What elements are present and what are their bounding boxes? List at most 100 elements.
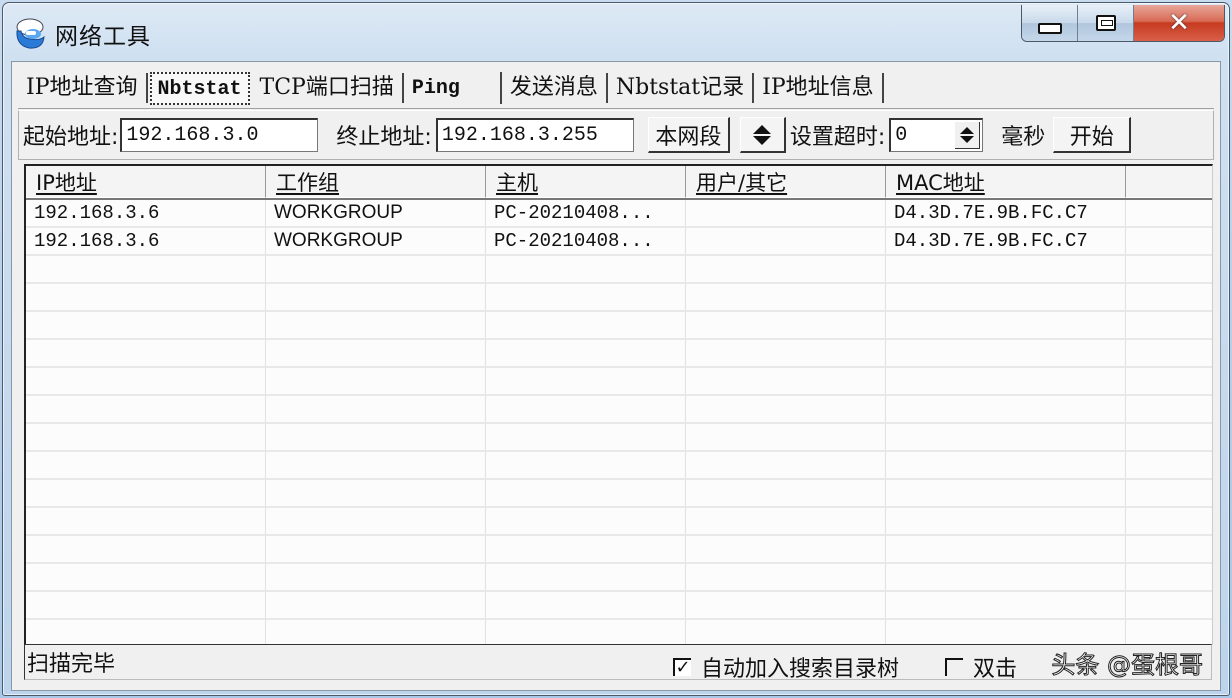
tab-tcp-port-scan[interactable]: TCP端口扫描	[252, 73, 404, 103]
local-segment-button[interactable]: 本网段	[647, 117, 730, 153]
tab-ip-info[interactable]: IP地址信息	[754, 73, 884, 103]
cell-ip	[26, 536, 266, 562]
tab-label: Nbtstat记录	[615, 75, 745, 100]
table-row[interactable]	[26, 564, 1212, 592]
cell-workgroup	[266, 480, 486, 506]
timeout-label: 设置超时:	[789, 125, 886, 150]
close-button[interactable]: ✕	[1134, 5, 1224, 41]
double-click-label: 双击	[973, 657, 1018, 682]
cell-mac	[886, 396, 1126, 422]
cell-host	[486, 592, 686, 618]
caption-buttons: ✕	[1021, 5, 1225, 42]
cell-workgroup	[266, 452, 486, 478]
cell-blank	[1126, 424, 1212, 450]
timeout-value: 0	[895, 124, 908, 147]
start-address-input[interactable]: 192.168.3.0	[120, 118, 319, 152]
cell-host	[486, 452, 686, 478]
table-row[interactable]	[26, 620, 1212, 644]
table-row[interactable]	[26, 340, 1212, 368]
column-header-host[interactable]: 主机	[486, 166, 686, 198]
cell-workgroup	[266, 312, 486, 338]
end-address-input[interactable]: 192.168.3.255	[435, 118, 634, 152]
cell-mac	[886, 312, 1126, 338]
cell-blank	[1126, 452, 1212, 478]
cell-workgroup	[266, 340, 486, 366]
timeout-input[interactable]: 0	[889, 118, 984, 152]
column-header-user[interactable]: 用户/其它	[686, 166, 886, 198]
column-header-workgroup[interactable]: 工作组	[266, 166, 486, 198]
cell-workgroup	[266, 368, 486, 394]
tab-send-message[interactable]: 发送消息	[502, 73, 608, 103]
table-row[interactable]	[26, 368, 1212, 396]
cell-ip	[26, 340, 266, 366]
column-header-ip[interactable]: IP地址	[26, 166, 266, 198]
client-area: IP地址查询 Nbtstat TCP端口扫描 Ping 发送消息 Nbtstat…	[11, 61, 1221, 691]
cell-ip	[26, 368, 266, 394]
cell-host	[486, 340, 686, 366]
cell-mac	[886, 508, 1126, 534]
cell-blank	[1126, 284, 1212, 310]
cell-mac	[886, 284, 1126, 310]
auto-add-label: 自动加入搜索目录树	[701, 657, 900, 682]
start-button[interactable]: 开始	[1053, 117, 1132, 153]
address-spinner[interactable]	[739, 117, 786, 153]
tab-ip-lookup[interactable]: IP地址查询	[18, 73, 148, 103]
start-address-label: 起始地址:	[23, 125, 119, 150]
cell-user	[686, 480, 886, 506]
cell-host	[486, 480, 686, 506]
cell-user	[686, 592, 886, 618]
scan-toolbar: 起始地址: 192.168.3.0 终止地址: 192.168.3.255 本网…	[18, 110, 1214, 160]
title-bar[interactable]: 网络工具 ✕	[3, 3, 1229, 61]
tab-label: Nbtstat	[157, 77, 242, 101]
tab-nbtstat[interactable]: Nbtstat	[149, 71, 250, 105]
tab-label: 发送消息	[509, 75, 598, 100]
cell-ip	[26, 480, 266, 506]
cell-host	[486, 368, 686, 394]
cell-mac	[886, 452, 1126, 478]
cell-workgroup	[266, 256, 486, 282]
cell-host	[486, 312, 686, 338]
cell-workgroup	[266, 564, 486, 590]
double-click-checkbox[interactable]: 双击	[945, 651, 1017, 683]
maximize-button[interactable]	[1078, 5, 1134, 41]
cell-host	[486, 424, 686, 450]
minimize-button[interactable]	[1022, 5, 1078, 41]
auto-add-checkbox[interactable]: ✓ 自动加入搜索目录树	[673, 651, 899, 683]
cell-ip	[26, 452, 266, 478]
cell-blank	[1126, 368, 1212, 394]
cell-ip	[26, 424, 266, 450]
table-row[interactable]: 192.168.3.6 WORKGROUP PC-20210408... D4.3D.…	[26, 228, 1212, 256]
cell-user	[686, 256, 886, 282]
table-row[interactable]: 192.168.3.6 WORKGROUP PC-20210408... D4.3D.…	[26, 200, 1212, 228]
smurf-logo-icon	[16, 18, 45, 49]
maximize-icon	[1095, 15, 1116, 31]
table-row[interactable]	[26, 508, 1212, 536]
results-list[interactable]: IP地址 工作组 主机 用户/其它 MAC地址 192.168.3.6 WORKG…	[24, 164, 1213, 645]
cell-blank	[1126, 256, 1212, 282]
cell-ip	[26, 284, 266, 310]
cell-blank	[1126, 592, 1212, 618]
cell-ip: 192.168.3.6	[26, 228, 266, 254]
tab-ping[interactable]: Ping	[404, 72, 502, 104]
cell-mac: D4.3D.7E.9B.FC.C7	[886, 228, 1126, 254]
cell-user	[686, 508, 886, 534]
table-row[interactable]	[26, 396, 1212, 424]
table-row[interactable]	[26, 424, 1212, 452]
tab-nbtstat-records[interactable]: Nbtstat记录	[608, 73, 755, 103]
table-row[interactable]	[26, 452, 1212, 480]
table-row[interactable]	[26, 536, 1212, 564]
table-row[interactable]	[26, 312, 1212, 340]
cell-mac	[886, 536, 1126, 562]
table-row[interactable]	[26, 284, 1212, 312]
tab-label: IP地址信息	[762, 75, 874, 100]
timeout-spinner[interactable]	[955, 122, 981, 149]
cell-workgroup	[266, 508, 486, 534]
cell-blank	[1126, 340, 1212, 366]
table-row[interactable]	[26, 480, 1212, 508]
table-row[interactable]	[26, 592, 1212, 620]
table-row[interactable]	[26, 256, 1212, 284]
list-header: IP地址 工作组 主机 用户/其它 MAC地址	[26, 166, 1212, 200]
column-header-mac[interactable]: MAC地址	[886, 166, 1126, 198]
cell-ip	[26, 620, 266, 644]
close-icon: ✕	[1168, 8, 1190, 38]
